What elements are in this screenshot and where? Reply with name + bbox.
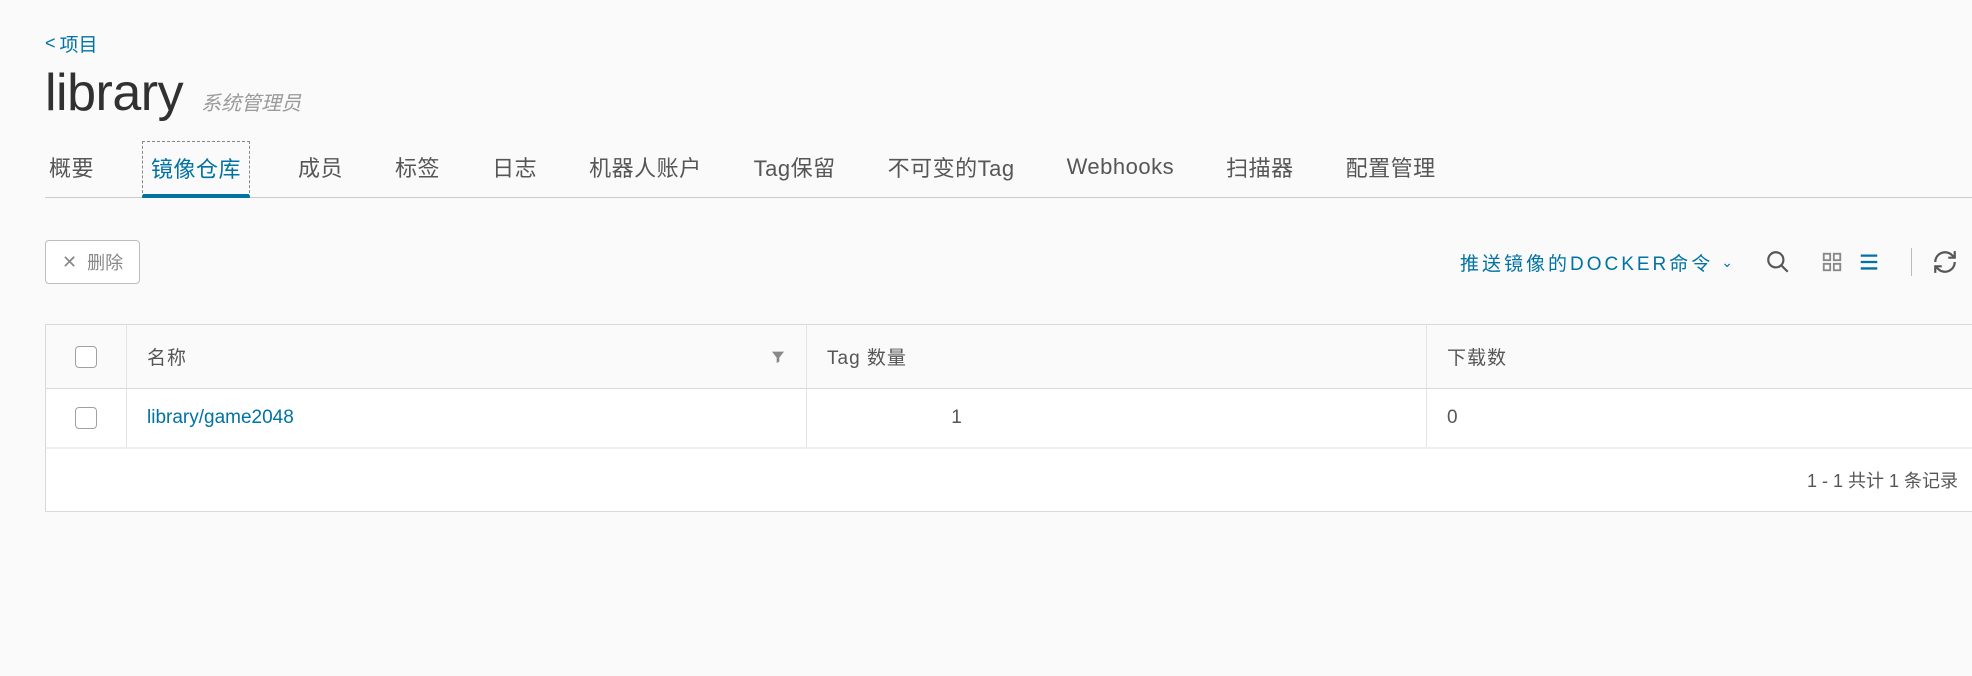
tab-members[interactable]: 成员 xyxy=(294,141,347,197)
row-checkbox[interactable] xyxy=(75,407,97,429)
column-tags: Tag 数量 xyxy=(827,348,907,369)
chevron-left-icon: < xyxy=(45,33,56,54)
tab-robot-accounts[interactable]: 机器人账户 xyxy=(585,141,706,197)
tab-repositories[interactable]: 镜像仓库 xyxy=(142,141,250,198)
tab-tag-retention[interactable]: Tag保留 xyxy=(750,141,840,197)
tab-overview[interactable]: 概要 xyxy=(45,141,98,197)
table-header: 名称 Tag 数量 下载数 xyxy=(46,325,1972,389)
action-row: ✕ 删除 推送镜像的DOCKER命令 ⌄ xyxy=(45,240,1972,284)
delete-button[interactable]: ✕ 删除 xyxy=(45,240,140,284)
page-subtitle: 系统管理员 xyxy=(201,87,301,116)
refresh-button[interactable] xyxy=(1926,243,1964,281)
search-icon xyxy=(1765,249,1791,275)
tab-webhooks[interactable]: Webhooks xyxy=(1063,141,1179,197)
table-row: library/game2048 1 0 xyxy=(46,389,1972,448)
column-downloads: 下载数 xyxy=(1447,348,1507,369)
tab-labels[interactable]: 标签 xyxy=(391,141,444,197)
repo-tag-count: 1 xyxy=(951,407,962,428)
tab-scanner[interactable]: 扫描器 xyxy=(1222,141,1298,197)
page-title-row: library 系统管理员 xyxy=(45,63,1972,123)
grid-view-button[interactable] xyxy=(1815,245,1849,279)
breadcrumb-label: 项目 xyxy=(60,30,98,57)
tab-bar: 概要 镜像仓库 成员 标签 日志 机器人账户 Tag保留 不可变的Tag Web… xyxy=(45,141,1972,198)
refresh-icon xyxy=(1932,249,1958,275)
search-button[interactable] xyxy=(1759,243,1797,281)
repositories-table: 名称 Tag 数量 下载数 library/game2048 1 0 1 - 1… xyxy=(45,324,1972,512)
list-view-button[interactable] xyxy=(1851,245,1887,279)
table-footer: 1 - 1 共计 1 条记录 xyxy=(46,448,1972,511)
tab-immutable-tag[interactable]: 不可变的Tag xyxy=(884,141,1019,197)
view-toggle xyxy=(1815,245,1887,279)
column-name: 名称 xyxy=(147,343,187,370)
repo-download-count: 0 xyxy=(1447,407,1458,428)
push-docker-cmd-dropdown[interactable]: 推送镜像的DOCKER命令 ⌄ xyxy=(1460,249,1733,276)
page-title: library xyxy=(45,63,183,123)
grid-icon xyxy=(1821,251,1843,273)
delete-button-label: 删除 xyxy=(87,249,123,275)
breadcrumb-back[interactable]: < 项目 xyxy=(45,30,98,57)
pagination-info: 1 - 1 共计 1 条记录 xyxy=(1807,467,1958,493)
push-cmd-label: 推送镜像的DOCKER命令 xyxy=(1460,249,1713,276)
chevron-down-icon: ⌄ xyxy=(1721,254,1733,271)
divider xyxy=(1911,248,1912,276)
tab-config[interactable]: 配置管理 xyxy=(1342,141,1440,197)
filter-icon[interactable] xyxy=(770,349,786,365)
list-icon xyxy=(1857,251,1881,273)
close-icon: ✕ xyxy=(62,252,77,273)
repo-name-link[interactable]: library/game2048 xyxy=(147,407,294,429)
tab-logs[interactable]: 日志 xyxy=(488,141,541,197)
select-all-checkbox[interactable] xyxy=(75,346,97,368)
